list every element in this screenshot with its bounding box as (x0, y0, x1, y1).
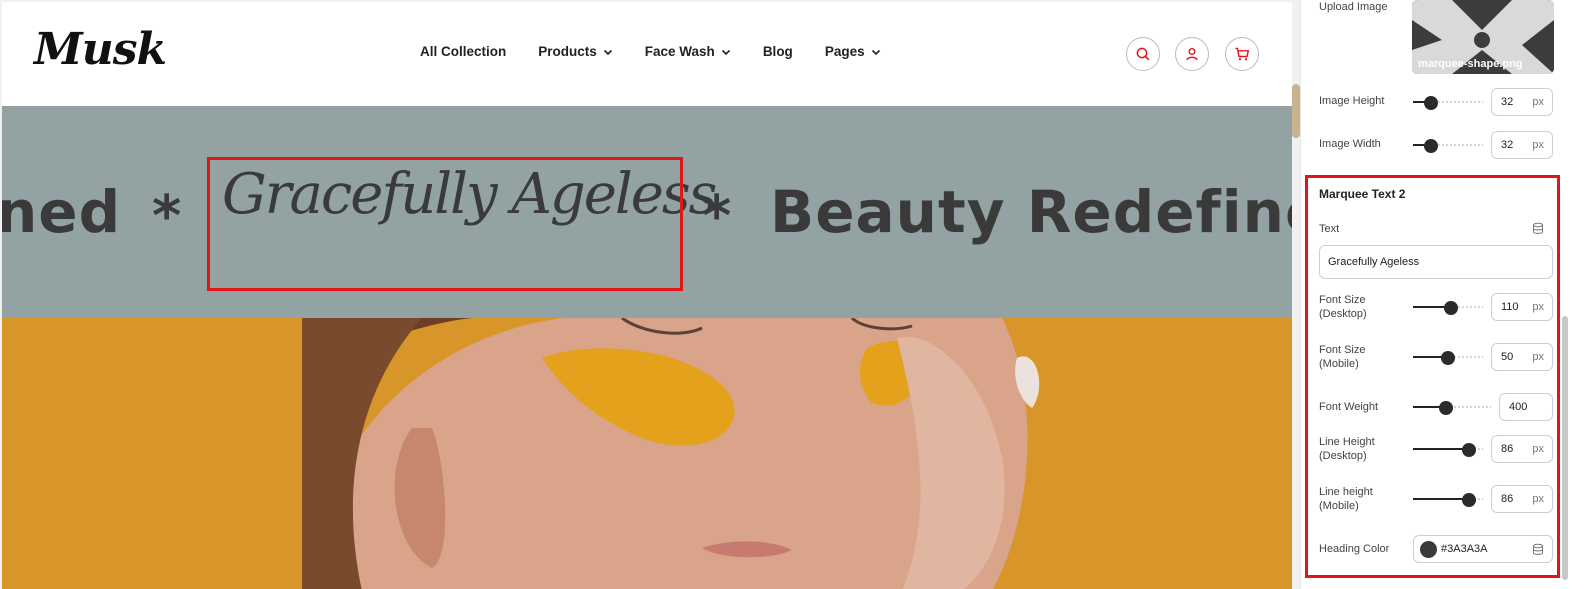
font-size-mobile-label: Font Size (Mobile) (1319, 343, 1365, 371)
line-height-mobile-slider[interactable] (1413, 493, 1483, 507)
chevron-down-icon (603, 49, 612, 55)
slider-knob[interactable] (1438, 401, 1453, 415)
marquee-text-partial: ned (2, 178, 122, 246)
label-line: (Mobile) (1319, 500, 1359, 512)
nav-label: Pages (824, 44, 865, 59)
upload-image-thumbnail[interactable]: marquee-shape.png (1412, 0, 1554, 74)
slider-knob[interactable] (1462, 443, 1476, 457)
unit-label: px (1532, 301, 1544, 313)
cart-icon (1235, 47, 1250, 61)
hero-image (2, 318, 1292, 589)
panel-scrollbar[interactable] (1562, 316, 1568, 580)
preview-scrollbar[interactable] (1292, 84, 1300, 138)
unit-label: px (1532, 351, 1544, 363)
image-height-label: Image Height (1319, 95, 1385, 107)
input-value: 400 (1509, 401, 1528, 413)
nav-label: Blog (762, 44, 793, 59)
font-weight-input[interactable]: 400 (1499, 393, 1553, 421)
line-height-mobile-label: Line height (Mobile) (1319, 485, 1373, 513)
nav-pages[interactable]: Pages (825, 44, 881, 59)
label-line: (Desktop) (1319, 450, 1367, 462)
nav-label: Face Wash (644, 44, 715, 59)
slider-knob[interactable] (1423, 139, 1438, 153)
slider-knob[interactable] (1462, 493, 1476, 507)
image-height-slider[interactable] (1413, 96, 1483, 110)
text-label: Text (1319, 223, 1340, 235)
line-height-mobile-input[interactable]: 86 px (1491, 485, 1553, 513)
slider-knob[interactable] (1423, 96, 1438, 110)
label-line: Font Size (1319, 294, 1366, 306)
font-weight-label: Font Weight (1319, 401, 1379, 413)
user-icon (1186, 48, 1198, 61)
font-size-desktop-slider[interactable] (1413, 301, 1483, 315)
input-value: 50 (1501, 351, 1514, 363)
hero-photo (2, 318, 1292, 589)
image-width-input[interactable]: 32 px (1491, 131, 1553, 159)
dynamic-source-icon[interactable] (1532, 543, 1544, 556)
marquee-text-input[interactable]: Gracefully Ageless (1319, 245, 1553, 279)
heading-color-label: Heading Color (1319, 543, 1390, 555)
upload-file-name: marquee-shape.png (1418, 58, 1523, 70)
line-height-desktop-label: Line Height (Desktop) (1319, 435, 1375, 463)
account-button[interactable] (1175, 37, 1209, 71)
marquee-text: Beauty Redefine (770, 178, 1292, 246)
input-value: 32 (1501, 96, 1514, 108)
image-width-label: Image Width (1319, 138, 1381, 150)
marquee-separator: * (152, 184, 182, 249)
font-weight-slider[interactable] (1413, 401, 1491, 415)
line-height-desktop-slider[interactable] (1413, 443, 1483, 457)
unit-label: px (1532, 139, 1544, 151)
marquee-separator: * (702, 184, 732, 249)
label-line: Font Size (1319, 344, 1366, 356)
chevron-down-icon (721, 49, 730, 55)
input-value: 86 (1501, 493, 1514, 505)
image-height-input[interactable]: 32 px (1491, 88, 1553, 116)
font-size-desktop-input[interactable]: 110 px (1491, 293, 1553, 321)
selection-highlight (207, 157, 683, 291)
font-size-mobile-input[interactable]: 50 px (1491, 343, 1553, 371)
site-header: Musk All Collection Products Face Wash B… (2, 2, 1292, 106)
unit-label: px (1532, 493, 1544, 505)
search-icon (1136, 47, 1150, 61)
image-width-slider[interactable] (1413, 139, 1483, 153)
line-height-desktop-input[interactable]: 86 px (1491, 435, 1553, 463)
heading-color-picker[interactable]: #3A3A3A (1413, 535, 1553, 563)
label-line: (Desktop) (1319, 308, 1367, 320)
nav-blog[interactable]: Blog (763, 44, 793, 59)
slider-knob[interactable] (1441, 351, 1455, 365)
label-line: Line height (1319, 486, 1373, 498)
site-logo[interactable]: Musk (34, 24, 167, 75)
input-value: 32 (1501, 139, 1514, 151)
nav-face-wash[interactable]: Face Wash (645, 44, 731, 59)
site-preview: Musk All Collection Products Face Wash B… (0, 0, 1310, 589)
cart-button[interactable] (1225, 37, 1259, 71)
nav-all-collection[interactable]: All Collection (420, 44, 506, 59)
unit-label: px (1532, 96, 1544, 108)
dynamic-source-icon[interactable] (1532, 222, 1544, 235)
selection-highlight (1305, 175, 1560, 578)
search-button[interactable] (1126, 37, 1160, 71)
site-page: Musk All Collection Products Face Wash B… (2, 2, 1292, 589)
font-size-desktop-label: Font Size (Desktop) (1319, 293, 1367, 321)
unit-label: px (1532, 443, 1544, 455)
color-swatch[interactable] (1420, 541, 1437, 558)
nav-label: All Collection (420, 44, 507, 59)
label-line: (Mobile) (1319, 358, 1359, 370)
nav-label: Products (538, 44, 597, 59)
font-size-mobile-slider[interactable] (1413, 351, 1483, 365)
nav-products[interactable]: Products (538, 44, 613, 59)
label-line: Line Height (1319, 436, 1375, 448)
color-hex-value: #3A3A3A (1441, 543, 1488, 555)
input-value: 86 (1501, 443, 1514, 455)
upload-image-label: Upload Image (1319, 1, 1388, 13)
input-value: 110 (1501, 301, 1519, 313)
main-nav: All Collection Products Face Wash Blog P… (420, 44, 913, 59)
section-title: Marquee Text 2 (1319, 187, 1406, 201)
chevron-down-icon (871, 49, 880, 55)
slider-knob[interactable] (1443, 301, 1458, 315)
